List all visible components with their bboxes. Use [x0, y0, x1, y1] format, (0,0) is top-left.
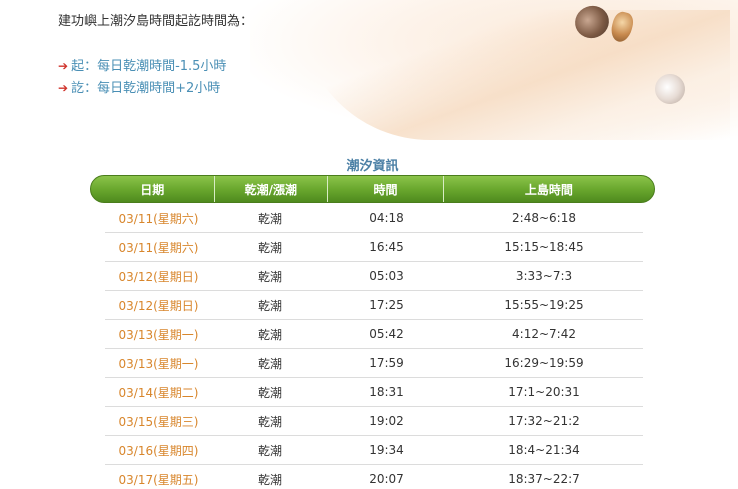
cell-window: 15:55~19:25	[504, 298, 584, 312]
cell-tide: 乾潮	[257, 443, 282, 458]
table-row: 03/13(星期一) 乾潮 17:59 16:29~19:59	[105, 349, 643, 378]
table-row: 03/16(星期四) 乾潮 19:34 18:4~21:34	[105, 436, 643, 465]
cell-window: 18:4~21:34	[508, 443, 580, 457]
table-row: 03/13(星期一) 乾潮 05:42 4:12~7:42	[105, 320, 643, 349]
cell-date: 03/11(星期六)	[118, 211, 199, 226]
cell-tide: 乾潮	[257, 211, 282, 226]
cell-date: 03/11(星期六)	[118, 240, 199, 255]
cell-time: 05:03	[369, 269, 404, 283]
arrow-icon: ➔	[58, 59, 69, 73]
cell-date: 03/12(星期日)	[118, 298, 199, 313]
cell-time: 17:25	[369, 298, 404, 312]
table-row: 03/17(星期五) 乾潮 20:07 18:37~22:7	[105, 465, 643, 489]
cell-time: 20:07	[369, 472, 404, 486]
table-row: 03/12(星期日) 乾潮 05:03 3:33~7:3	[105, 262, 643, 291]
cell-tide: 乾潮	[257, 240, 282, 255]
column-header-time: 時間	[327, 176, 443, 202]
cell-tide: 乾潮	[257, 269, 282, 284]
cell-time: 19:02	[369, 414, 404, 428]
table-row: 03/12(星期日) 乾潮 17:25 15:55~19:25	[105, 291, 643, 320]
rule-start-text: 起：每日乾潮時間-1.5小時	[71, 59, 227, 74]
table-row: 03/11(星期六) 乾潮 16:45 15:15~18:45	[105, 233, 643, 262]
cell-window: 2:48~6:18	[512, 211, 576, 225]
cell-window: 17:32~21:2	[508, 414, 580, 428]
table-header: 日期 乾潮/漲潮 時間 上島時間	[90, 175, 655, 203]
cell-time: 05:42	[369, 327, 404, 341]
table-row: 03/14(星期二) 乾潮 18:31 17:1~20:31	[105, 378, 643, 407]
table-row: 03/11(星期六) 乾潮 04:18 2:48~6:18	[105, 204, 643, 233]
cell-window: 15:15~18:45	[504, 240, 584, 254]
column-header-tide: 乾潮/漲潮	[213, 176, 328, 202]
column-header-window: 上島時間	[442, 176, 654, 202]
table-row: 03/15(星期三) 乾潮 19:02 17:32~21:2	[105, 407, 643, 436]
cell-tide: 乾潮	[257, 298, 282, 313]
cell-time: 17:59	[369, 356, 404, 370]
cell-time: 19:34	[369, 443, 404, 457]
cell-tide: 乾潮	[257, 414, 282, 429]
column-header-date: 日期	[140, 182, 165, 197]
table-body: 03/11(星期六) 乾潮 04:18 2:48~6:18 03/11(星期六) 乾潮 16…	[105, 204, 643, 489]
cell-tide: 乾潮	[257, 327, 282, 342]
cell-time: 18:31	[369, 385, 404, 399]
cell-tide: 乾潮	[257, 356, 282, 371]
rule-start: ➔ 起：每日乾潮時間-1.5小時	[58, 55, 226, 74]
rule-end-text: 訖：每日乾潮時間+2小時	[71, 81, 221, 96]
cell-time: 16:45	[369, 240, 404, 254]
cell-window: 17:1~20:31	[508, 385, 580, 399]
intro-text: 建功嶼上潮汐島時間起訖時間為：	[58, 14, 254, 29]
table-title: 潮汐資訊	[346, 159, 399, 174]
rule-end: ➔ 訖：每日乾潮時間+2小時	[58, 77, 220, 96]
cell-time: 04:18	[369, 211, 404, 225]
cell-date: 03/17(星期五)	[118, 472, 199, 487]
cell-window: 16:29~19:59	[504, 356, 584, 370]
cell-window: 18:37~22:7	[508, 472, 580, 486]
cell-date: 03/15(星期三)	[118, 414, 199, 429]
cell-tide: 乾潮	[257, 385, 282, 400]
cell-tide: 乾潮	[257, 472, 282, 487]
cell-window: 4:12~7:42	[512, 327, 576, 341]
cell-date: 03/13(星期一)	[118, 356, 199, 371]
cell-date: 03/16(星期四)	[118, 443, 199, 458]
cell-date: 03/12(星期日)	[118, 269, 199, 284]
cell-date: 03/14(星期二)	[118, 385, 199, 400]
arrow-icon: ➔	[58, 81, 69, 95]
cell-date: 03/13(星期一)	[118, 327, 199, 342]
cell-window: 3:33~7:3	[515, 269, 573, 283]
